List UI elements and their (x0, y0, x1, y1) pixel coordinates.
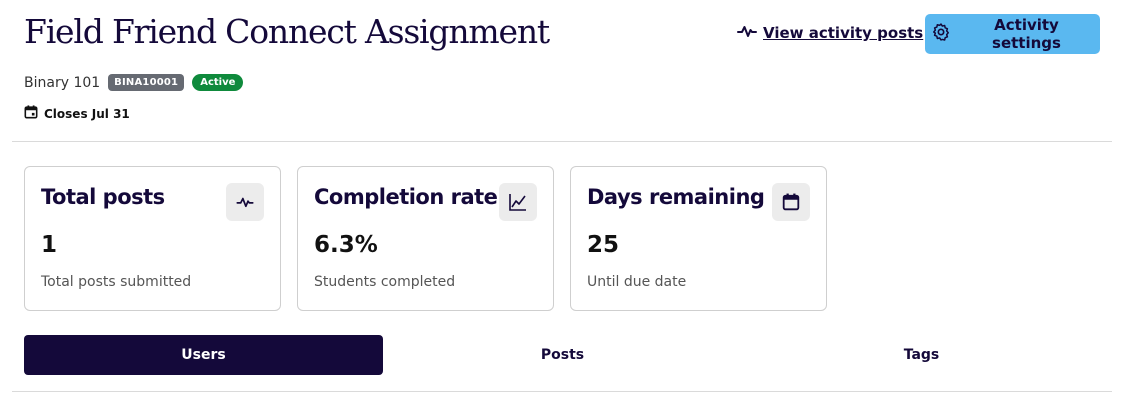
stat-title: Days remaining (587, 185, 765, 209)
stat-subtitle: Students completed (314, 274, 456, 290)
activity-icon (737, 24, 757, 42)
stat-subtitle: Total posts submitted (41, 274, 192, 290)
calendar-icon (24, 105, 38, 122)
tab-tags[interactable]: Tags (742, 335, 1101, 375)
course-code-badge: BINA10001 (108, 74, 185, 91)
tab-users[interactable]: Users (24, 335, 383, 375)
view-activity-posts-label: View activity posts (763, 24, 924, 42)
activity-icon (226, 183, 264, 221)
header-divider (12, 141, 1112, 142)
tabs-divider (12, 391, 1112, 392)
stat-value: 1 (41, 232, 58, 258)
gear-icon (931, 22, 951, 46)
activity-settings-button[interactable]: Activity settings (925, 14, 1100, 54)
stat-card-days-remaining: Days remaining 25 Until due date (570, 166, 827, 311)
stat-value: 6.3% (314, 232, 378, 258)
stat-card-total-posts: Total posts 1 Total posts submitted (24, 166, 281, 311)
page-title: Field Friend Connect Assignment (24, 12, 550, 51)
course-name: Binary 101 (24, 74, 101, 91)
stat-card-completion-rate: Completion rate 6.3% Students completed (297, 166, 554, 311)
stat-subtitle: Until due date (587, 274, 687, 290)
view-activity-posts-link[interactable]: View activity posts (737, 24, 923, 42)
closing-date-label: Closes Jul 31 (44, 106, 130, 121)
stat-title: Total posts (41, 185, 165, 209)
calendar-icon (772, 183, 810, 221)
tab-posts[interactable]: Posts (383, 335, 742, 375)
activity-settings-label: Activity settings (992, 16, 1061, 52)
stat-title: Completion rate (314, 185, 498, 209)
stat-value: 25 (587, 232, 620, 258)
closing-date: Closes Jul 31 (24, 105, 130, 122)
status-badge: Active (192, 74, 244, 91)
course-meta: Binary 101 BINA10001 Active (24, 74, 244, 91)
line-chart-icon (499, 183, 537, 221)
